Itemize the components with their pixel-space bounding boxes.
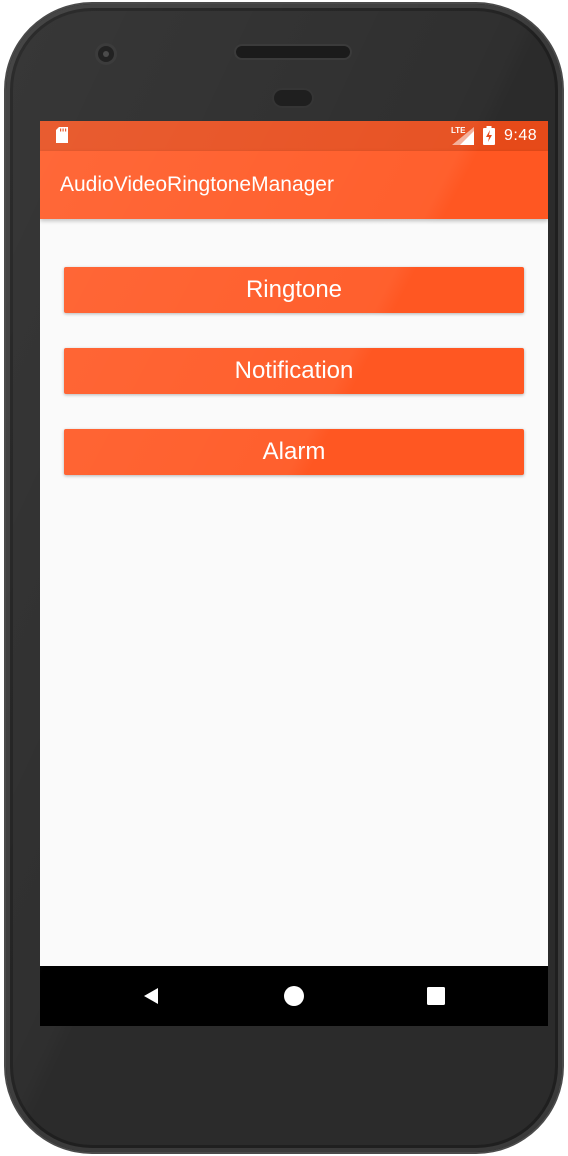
earpiece-speaker (236, 46, 350, 58)
navigation-bar (40, 966, 548, 1026)
main-content: Ringtone Notification Alarm (40, 219, 548, 966)
home-icon[interactable] (280, 982, 308, 1010)
front-camera (98, 46, 114, 62)
alarm-button[interactable]: Alarm (64, 429, 524, 475)
proximity-sensor (274, 90, 312, 106)
back-icon[interactable] (138, 982, 166, 1010)
device-screen: LTE 9:48 AudioVideoRingtoneManager Ringt… (40, 121, 548, 1026)
app-bar: AudioVideoRingtoneManager (40, 151, 548, 219)
network-type-label: LTE (451, 126, 466, 135)
sd-card-icon (56, 127, 68, 143)
app-title: AudioVideoRingtoneManager (60, 173, 334, 196)
notification-button[interactable]: Notification (64, 348, 524, 394)
ringtone-button[interactable]: Ringtone (64, 267, 524, 313)
recents-icon[interactable] (422, 982, 450, 1010)
battery-charging-icon (483, 126, 495, 145)
status-time: 9:48 (504, 127, 538, 144)
status-bar: LTE 9:48 (40, 121, 548, 151)
